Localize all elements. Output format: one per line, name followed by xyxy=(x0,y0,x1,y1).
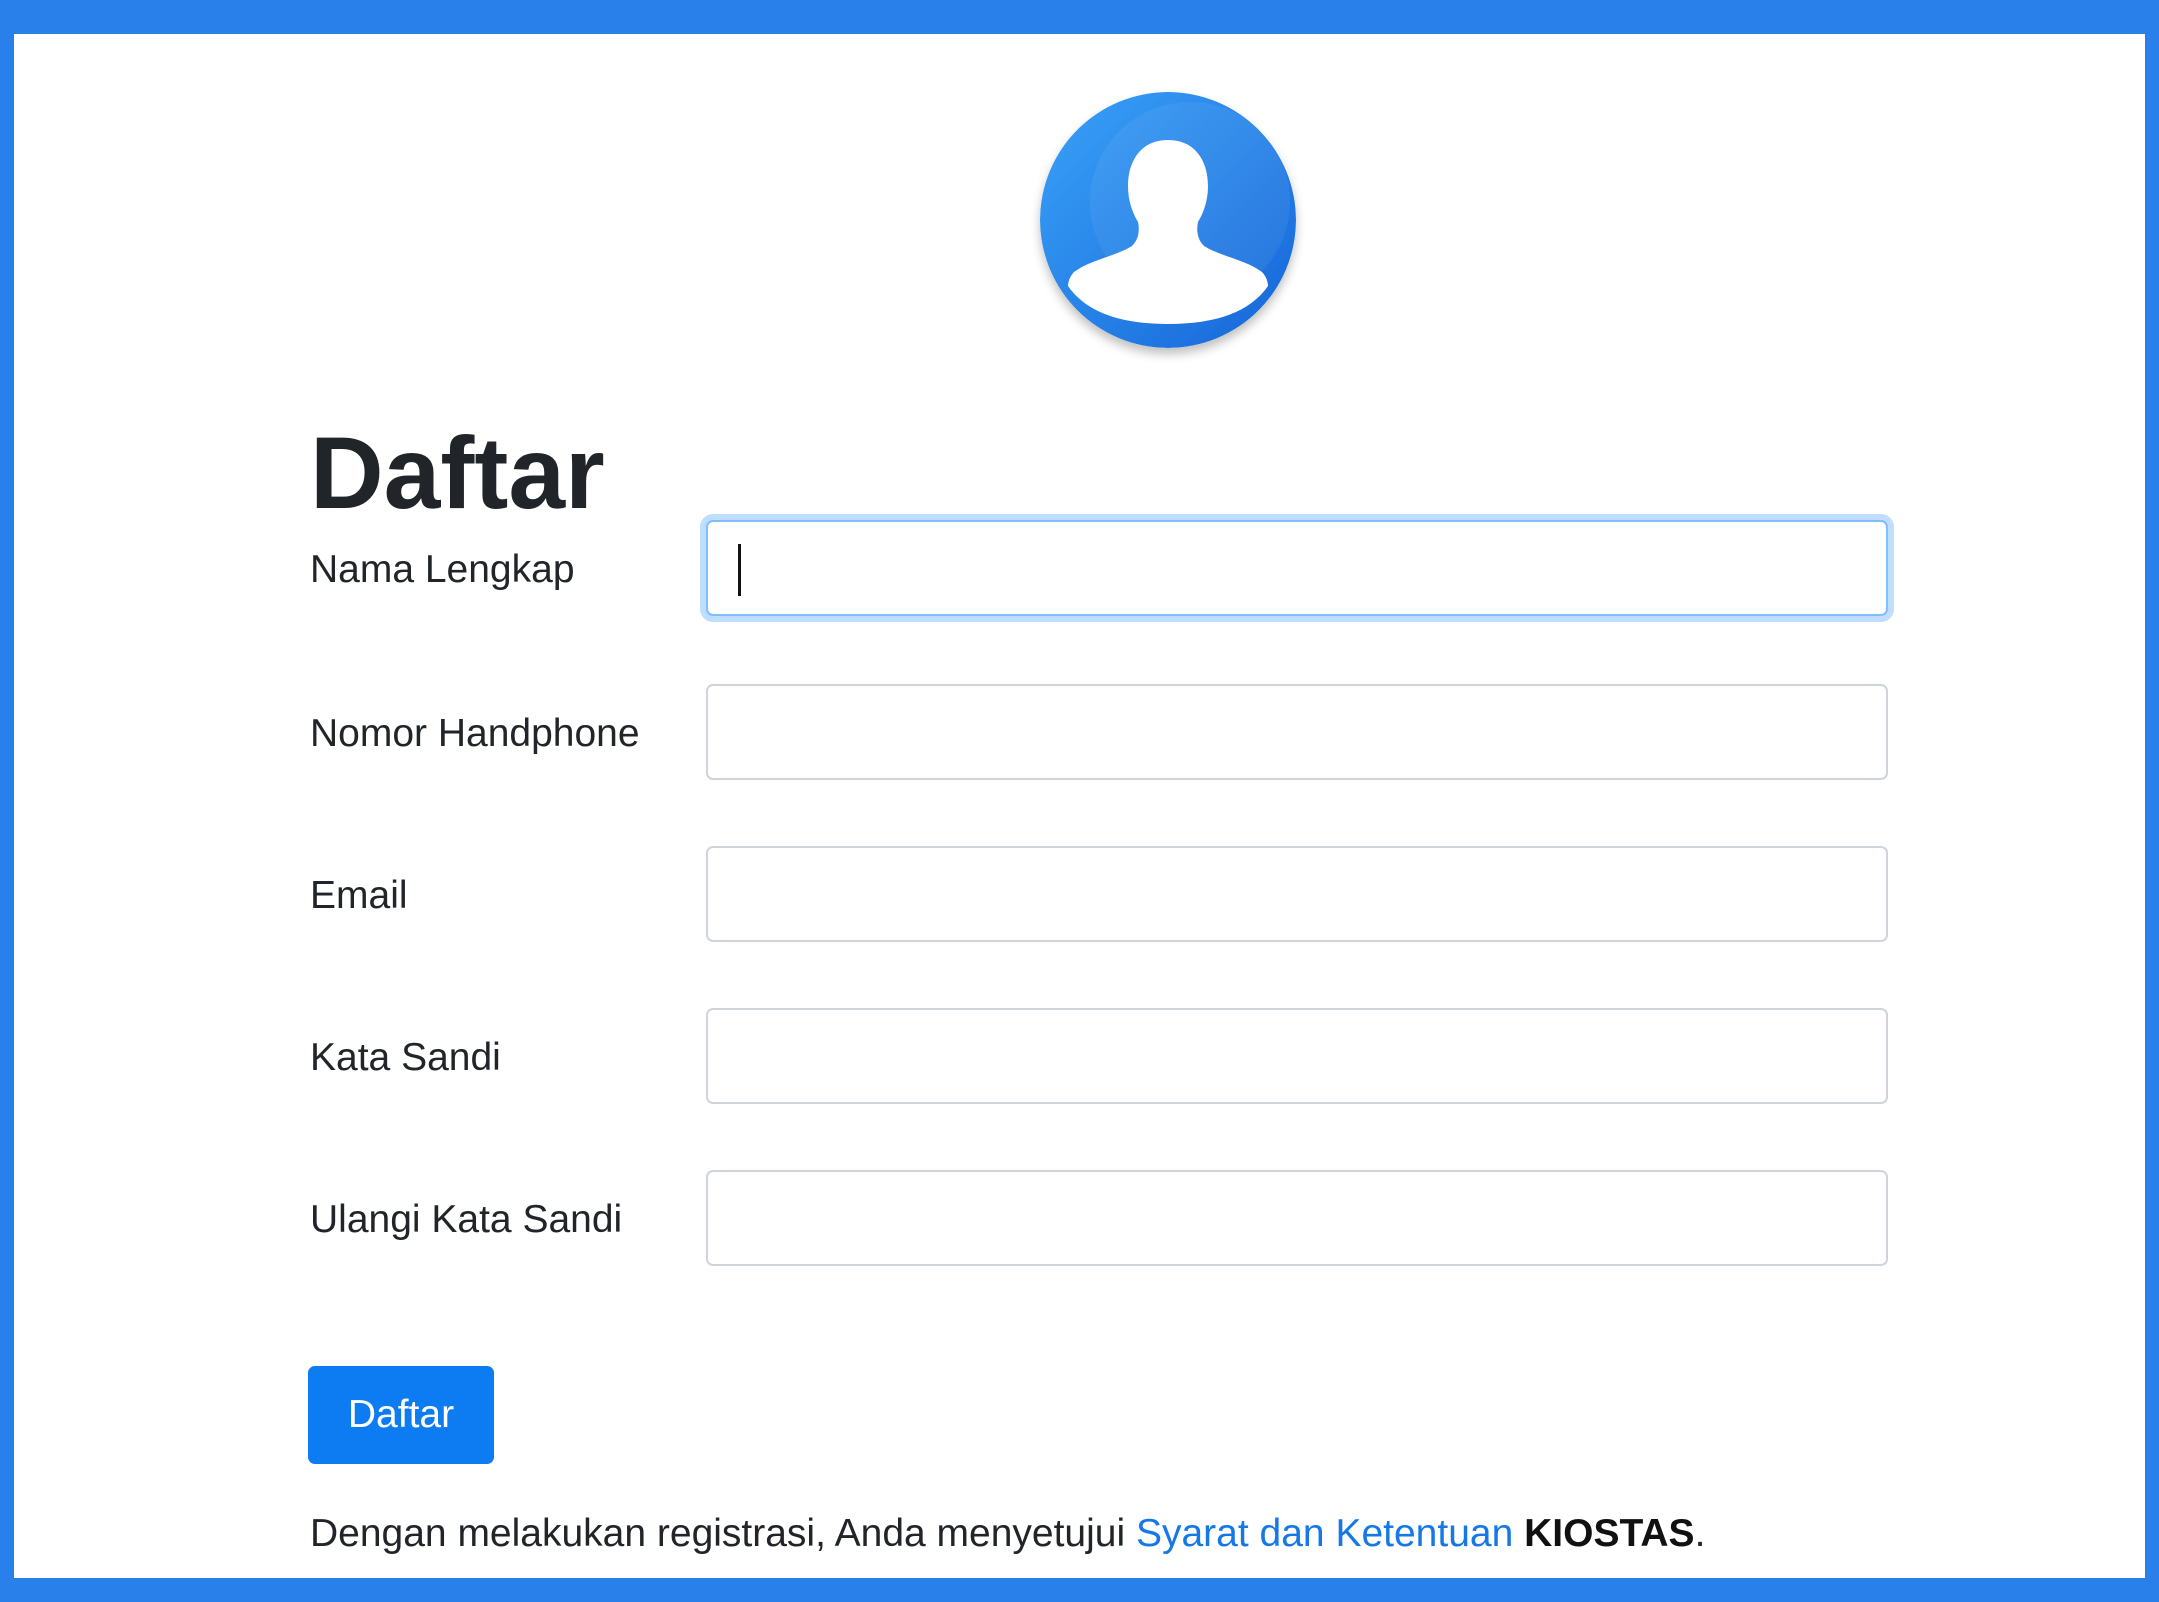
full-name-label: Nama Lengkap xyxy=(310,548,575,591)
text-cursor xyxy=(738,544,741,596)
terms-notice: Dengan melakukan registrasi, Anda menyet… xyxy=(310,1512,1705,1556)
form-row-confirm-password: Ulangi Kata Sandi xyxy=(310,1170,1892,1270)
email-input[interactable] xyxy=(706,846,1888,942)
registration-panel: Daftar Nama Lengkap Nomor Handphone Emai… xyxy=(14,34,2145,1578)
email-label: Email xyxy=(310,874,408,917)
confirm-password-input[interactable] xyxy=(706,1170,1888,1266)
full-name-input[interactable] xyxy=(706,520,1888,616)
page-title: Daftar xyxy=(310,416,605,530)
terms-link[interactable]: Syarat dan Ketentuan xyxy=(1136,1512,1513,1555)
confirm-password-label: Ulangi Kata Sandi xyxy=(310,1198,623,1241)
phone-number-label: Nomor Handphone xyxy=(310,712,640,755)
form-row-phone: Nomor Handphone xyxy=(310,684,1892,784)
register-button[interactable]: Daftar xyxy=(308,1366,494,1464)
form-row-full-name: Nama Lengkap xyxy=(310,520,1892,620)
form-row-password: Kata Sandi xyxy=(310,1008,1892,1108)
terms-prefix: Dengan melakukan registrasi, Anda menyet… xyxy=(310,1512,1136,1555)
brand-name: KIOSTAS xyxy=(1524,1512,1695,1555)
phone-number-input[interactable] xyxy=(706,684,1888,780)
password-input[interactable] xyxy=(706,1008,1888,1104)
password-label: Kata Sandi xyxy=(310,1036,501,1079)
terms-suffix: . xyxy=(1694,1512,1706,1555)
user-avatar-icon xyxy=(1040,92,1296,348)
form-row-email: Email xyxy=(310,846,1892,946)
